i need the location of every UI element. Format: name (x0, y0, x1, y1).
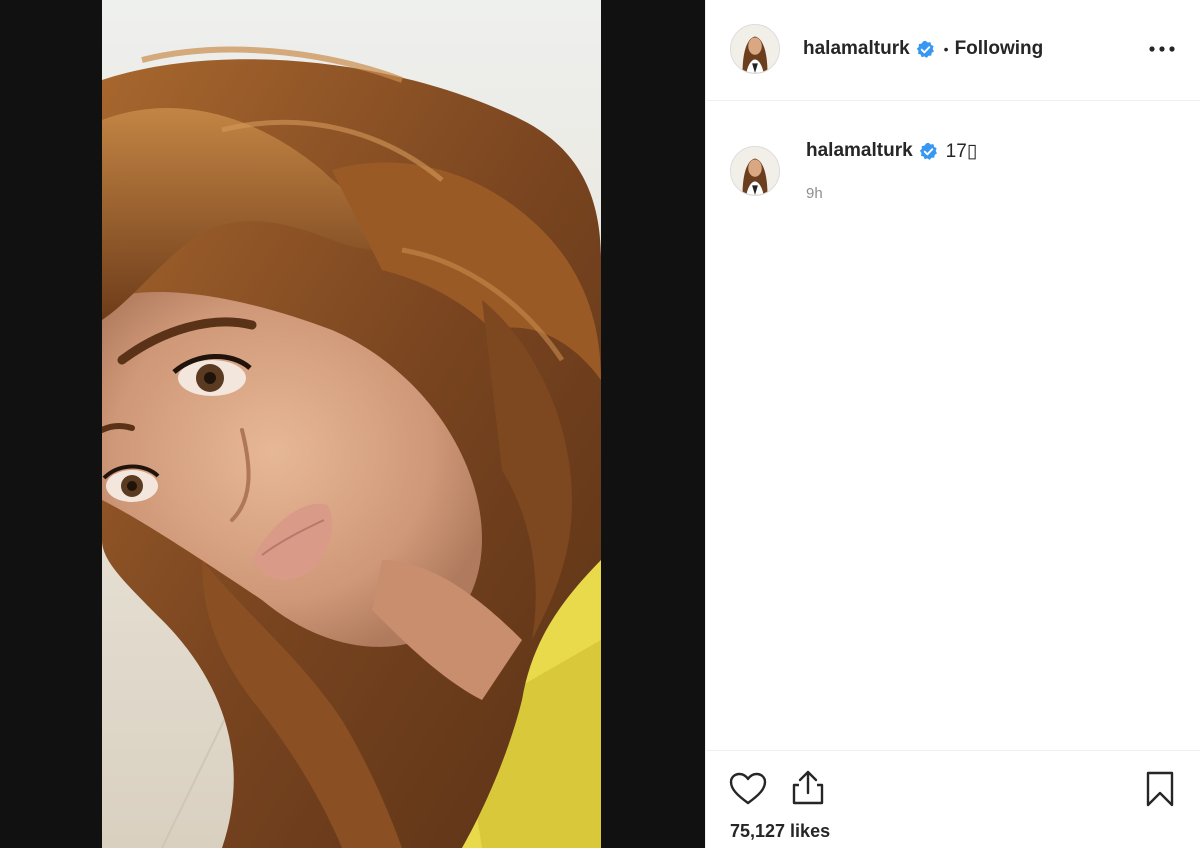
following-button[interactable]: Following (955, 38, 1044, 60)
header-user-line: halamalturk • Following (803, 36, 1043, 62)
caption: halamalturk 17▯ (806, 138, 977, 164)
verified-badge-icon (919, 142, 938, 161)
post-side-panel: halamalturk • Following halamalturk 17▯ … (705, 0, 1200, 848)
caption-text: 17▯ (946, 140, 978, 163)
post-actions-footer: 75,127 likes (706, 750, 1200, 848)
heart-icon[interactable] (726, 767, 770, 811)
verified-badge-icon (916, 40, 935, 59)
caption-username[interactable]: halamalturk (806, 140, 913, 162)
post-header: halamalturk • Following (706, 0, 1200, 101)
bookmark-icon[interactable] (1138, 767, 1182, 811)
author-username[interactable]: halamalturk (803, 38, 910, 60)
post-timestamp[interactable]: 9h (806, 185, 823, 202)
comments-section: halamalturk 17▯ 9h (706, 102, 1200, 750)
post-photo[interactable] (102, 0, 601, 848)
avatar-image (731, 25, 779, 73)
selfie-photo-illustration (102, 0, 601, 848)
post-media-area (0, 0, 705, 848)
more-options-icon[interactable] (1147, 35, 1177, 63)
follow-separator: • (943, 41, 949, 57)
instagram-post-modal: halamalturk • Following halamalturk 17▯ … (0, 0, 1200, 848)
likes-count[interactable]: 75,127 likes (730, 821, 830, 842)
share-icon[interactable] (786, 765, 830, 809)
author-avatar[interactable] (730, 24, 780, 74)
caption-emoji-placeholder: ▯ (966, 140, 978, 162)
avatar-image (731, 147, 779, 195)
caption-author-avatar[interactable] (730, 146, 780, 196)
caption-number: 17 (945, 140, 967, 162)
